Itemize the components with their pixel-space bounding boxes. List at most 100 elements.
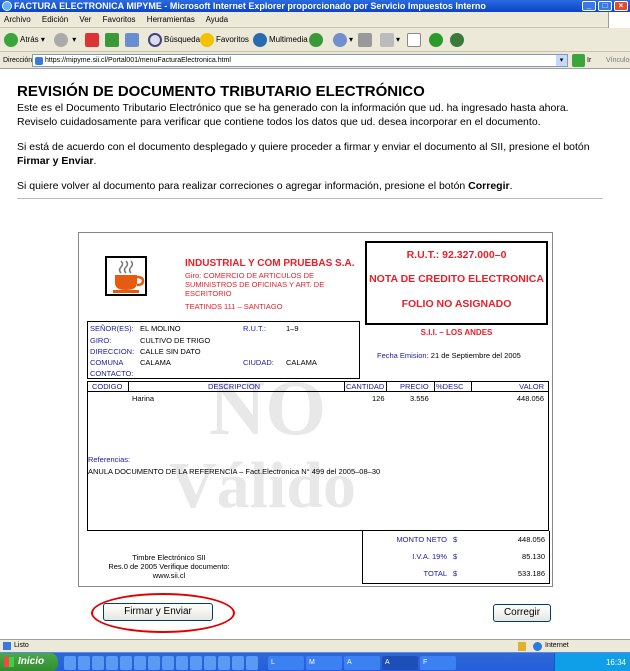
home-icon: [125, 32, 139, 47]
quicklaunch-8-icon[interactable]: [162, 656, 174, 670]
highlight-circle: [91, 593, 235, 633]
table-row: Harina 126 3.556 448.056: [88, 394, 548, 404]
issuer-rut: R.U.T.: 92.327.000–0: [406, 249, 507, 261]
go-label[interactable]: Ir: [587, 52, 591, 69]
go-arrow-icon[interactable]: [572, 54, 585, 67]
quicklaunch-2-icon[interactable]: [78, 656, 90, 670]
start-label: Inicio: [18, 656, 45, 667]
document-type: NOTA DE CREDITO ELECTRONICA: [369, 273, 544, 285]
totals-block: MONTO NETO $448.056 I.V.A. 19% $85.130 TOT…: [362, 531, 550, 584]
quicklaunch-13-icon[interactable]: [232, 656, 244, 670]
senores-label: SEÑOR(ES):: [90, 324, 134, 333]
total-row-iva: I.V.A. 19% $85.130: [412, 552, 545, 561]
forward-button[interactable]: ▾: [54, 32, 76, 48]
quicklaunch-10-icon[interactable]: [190, 656, 202, 670]
mail-button[interactable]: ▾: [333, 32, 353, 48]
globe-icon: [533, 642, 542, 651]
quicklaunch-14-icon[interactable]: [246, 656, 258, 670]
stop-icon: [85, 32, 99, 47]
links-label[interactable]: Vínculos: [606, 52, 630, 69]
page-status-icon: [3, 642, 11, 650]
discuss-button[interactable]: [407, 32, 423, 48]
intro-text-1: Este es el Documento Tributario Electrón…: [17, 102, 569, 114]
menu-ayuda[interactable]: Ayuda: [206, 15, 229, 24]
col-codigo: CODIGO: [92, 382, 123, 391]
stop-button[interactable]: [85, 32, 101, 48]
page-title: REVISIÓN DE DOCUMENTO TRIBUTARIO ELECTRÓ…: [17, 83, 425, 100]
close-button[interactable]: ×: [614, 1, 628, 11]
timbre-url: www.sii.cl: [152, 571, 186, 580]
company-giro: Giro: COMERCIO DE ARTICULOS DE SUMINISTR…: [185, 271, 325, 298]
home-button[interactable]: [125, 32, 141, 48]
search-label: Búsqueda: [164, 35, 201, 44]
print-icon: [358, 32, 372, 47]
clover-button[interactable]: [429, 32, 445, 48]
fix-highlight: Corregir: [468, 180, 510, 192]
quicklaunch-12-icon[interactable]: [218, 656, 230, 670]
start-button[interactable]: Inicio: [0, 653, 58, 671]
quicklaunch-9-icon[interactable]: [176, 656, 188, 670]
minimize-button[interactable]: _: [582, 1, 596, 11]
taskbar-task-3[interactable]: A: [344, 656, 380, 670]
menu-ver[interactable]: Ver: [79, 15, 91, 24]
maximize-button[interactable]: □: [598, 1, 612, 11]
sign-highlight: Firmar y Enviar: [17, 155, 94, 167]
quicklaunch-1-icon[interactable]: [64, 656, 76, 670]
fix-instructions: Si quiere volver al documento para reali…: [17, 180, 513, 192]
quicklaunch-3-icon[interactable]: [92, 656, 104, 670]
ie-logo-icon: [2, 1, 12, 11]
page-content: REVISIÓN DE DOCUMENTO TRIBUTARIO ELECTRÓ…: [0, 69, 630, 639]
mail-icon: [333, 32, 347, 47]
menu-edicion[interactable]: Edición: [42, 15, 68, 24]
search-button[interactable]: Búsqueda: [148, 32, 200, 48]
correct-button[interactable]: Corregir: [493, 604, 551, 622]
edit-button[interactable]: ▾: [380, 32, 400, 48]
giro-value: CULTIVO DE TRIGO: [140, 336, 211, 345]
address-url: https://mipyme.sii.cl/Portal001/menuFact…: [45, 57, 231, 64]
favorites-button[interactable]: Favoritos: [200, 32, 249, 48]
print-button[interactable]: [358, 32, 374, 48]
quicklaunch-11-icon[interactable]: [204, 656, 216, 670]
zone-text: Internet: [545, 642, 569, 649]
quicklaunch-6-icon[interactable]: [134, 656, 146, 670]
quicklaunch-7-icon[interactable]: [148, 656, 160, 670]
taskbar-task-2[interactable]: M: [306, 656, 342, 670]
taskbar: Inicio L M A A F 16:34: [0, 652, 630, 671]
senores-value: EL MOLINO: [140, 324, 181, 333]
menu-favoritos[interactable]: Favoritos: [103, 15, 136, 24]
refresh-icon: [105, 32, 119, 47]
address-dropdown-icon[interactable]: ▾: [556, 55, 567, 66]
items-table: CODIGO DESCRIPCION CANTIDAD PRECIO %DESC…: [87, 381, 549, 531]
menu-archivo[interactable]: Archivo: [4, 15, 31, 24]
multimedia-icon: [253, 32, 267, 47]
clover-icon: [429, 32, 443, 47]
messenger-button[interactable]: [450, 32, 466, 48]
history-button[interactable]: [309, 32, 325, 48]
total-row-neto: MONTO NETO $448.056: [396, 535, 545, 544]
item-valor: 448.056: [516, 394, 544, 403]
lock-icon: [518, 642, 526, 651]
refresh-button[interactable]: [105, 32, 121, 48]
quicklaunch-5-icon[interactable]: [120, 656, 132, 670]
address-label: Dirección: [3, 57, 33, 64]
receiver-rut-label: R.U.T.:: [243, 324, 266, 333]
items-header: CODIGO DESCRIPCION CANTIDAD PRECIO %DESC…: [88, 382, 548, 392]
tax-document-preview: NO Válido INDUSTRIAL Y COM PRUEBAS S.A. …: [78, 232, 553, 587]
taskbar-task-1[interactable]: L: [268, 656, 304, 670]
timbre-resolution: Res.0 de 2005 Verifique documento:: [108, 562, 230, 571]
col-descripcion: DESCRIPCION: [208, 382, 261, 391]
taskbar-task-4[interactable]: A: [382, 656, 418, 670]
browser-window: FACTURA ELECTRONICA MIPYME - Microsoft I…: [0, 0, 630, 671]
taskbar-task-5[interactable]: F: [420, 656, 456, 670]
divider: [17, 198, 603, 199]
quicklaunch-4-icon[interactable]: [106, 656, 118, 670]
address-input[interactable]: https://mipyme.sii.cl/Portal001/menuFact…: [32, 54, 568, 67]
ciudad-value: CALAMA: [286, 358, 317, 367]
col-valor: VALOR: [519, 382, 544, 391]
multimedia-button[interactable]: Multimedia: [253, 32, 308, 48]
item-precio: 3.556: [410, 394, 429, 403]
back-button[interactable]: Atrás ▾: [4, 32, 45, 48]
status-bar: Listo Internet: [0, 639, 630, 652]
menu-herramientas[interactable]: Herramientas: [147, 15, 195, 24]
status-text: Listo: [14, 642, 29, 649]
